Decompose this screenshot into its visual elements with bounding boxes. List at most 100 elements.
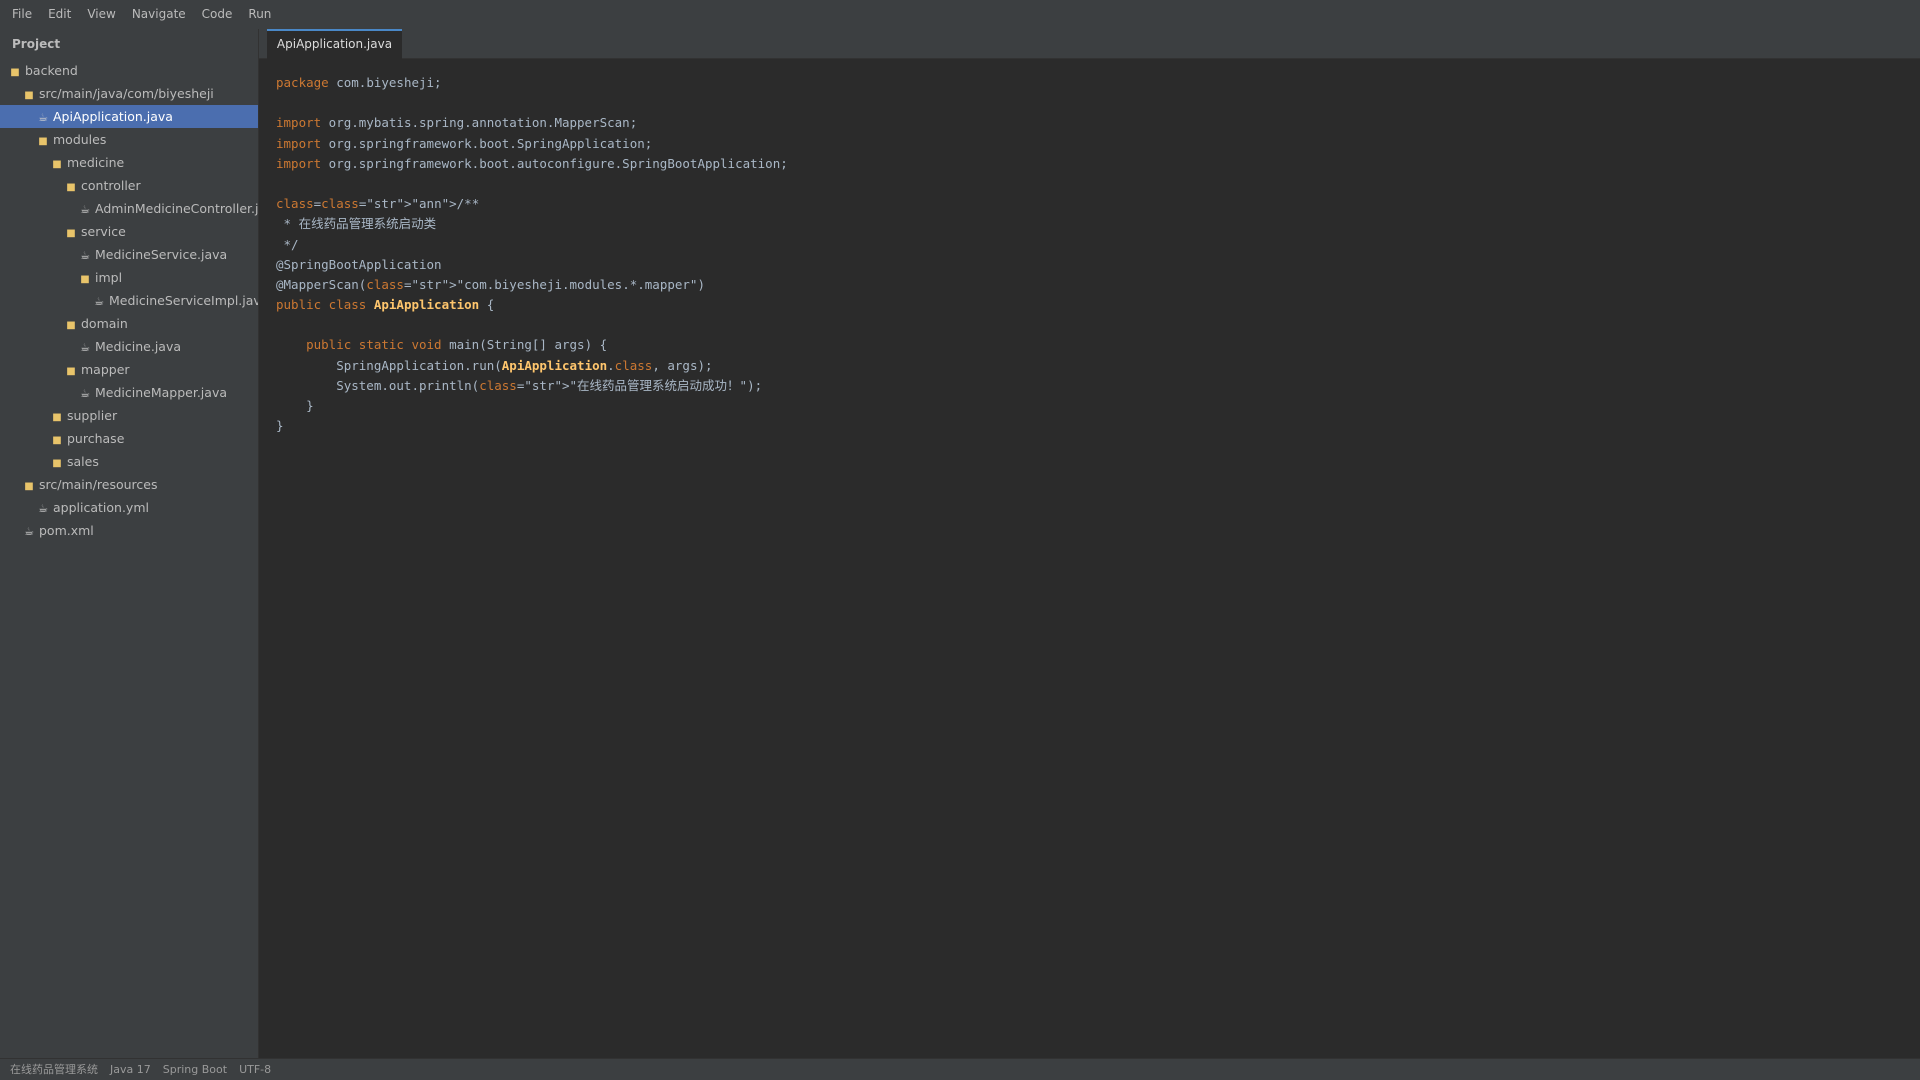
folder-icon: ■ [38,136,48,147]
code-line: System.out.println(class="str">"在线药品管理系统… [276,376,1920,396]
tree-item-label: MedicineService.java [95,247,228,262]
menu-code[interactable]: Code [194,0,241,29]
status-framework[interactable]: Spring Boot [157,1059,233,1080]
file-icon: ☕ [38,111,48,124]
tree-item-backend[interactable]: ■ backend [0,59,258,82]
code-line: public static void main(String[] args) { [276,335,1920,355]
folder-icon: ■ [10,67,20,78]
code-keyword: class [366,276,404,292]
code-line: import org.mybatis.spring.annotation.Map… [276,113,1920,133]
tree-item-application-yml[interactable]: ☕ application.yml [0,496,258,519]
status-project-name[interactable]: 在线药品管理系统 [4,1059,104,1080]
code-line: } [276,416,1920,436]
tree-item-label: supplier [67,408,118,423]
code-class-name: ApiApplication [373,297,480,313]
tree-item-label: sales [67,454,99,469]
code-line: @SpringBootApplication [276,255,1920,275]
code-token: , args); [652,357,713,373]
tree-item-adminmedicinecontroller-java[interactable]: ☕ AdminMedicineController.java [0,197,258,220]
file-icon: ☕ [80,387,90,400]
folder-icon: ■ [66,228,76,239]
tree-item-impl[interactable]: ■ impl [0,266,258,289]
status-encoding[interactable]: UTF-8 [233,1059,277,1080]
tree-item-sales[interactable]: ■ sales [0,450,258,473]
code-token: com.biyesheji; [328,75,442,90]
tree-item-medicine-java[interactable]: ☕ Medicine.java [0,335,258,358]
code-line: import org.springframework.boot.SpringAp… [276,134,1920,154]
code-line: */ [276,235,1920,255]
menu-file[interactable]: File [4,0,40,29]
file-icon: ☕ [80,249,90,262]
status-java-version[interactable]: Java 17 [104,1059,157,1080]
folder-icon: ■ [24,90,34,101]
code-token: @MapperScan( [276,276,367,292]
tree-item-label: service [81,224,126,239]
code-line: SpringApplication.run(ApiApplication.cla… [276,356,1920,376]
tree-item-apiapplication-java[interactable]: ☕ ApiApplication.java [0,105,258,128]
folder-icon: ■ [24,481,34,492]
tree-item-pom-xml[interactable]: ☕ pom.xml [0,519,258,542]
code-line: public class ApiApplication { [276,295,1920,315]
code-token: ="str">"在线药品管理系统启动成功！"); [516,377,763,393]
code-token: { [479,297,495,313]
menu-run[interactable]: Run [240,0,279,29]
code-line: } [276,396,1920,416]
tree-item-label: src/main/java/com/biyesheji [39,86,214,101]
code-token: . [607,357,615,373]
tree-item-purchase[interactable]: ■ purchase [0,427,258,450]
file-icon: ☕ [94,295,104,308]
sidebar-title: Project [12,37,61,51]
menu-navigate[interactable]: Navigate [124,0,194,29]
tree-item-label: pom.xml [39,523,94,538]
tree-item-supplier[interactable]: ■ supplier [0,404,258,427]
code-token: ="str">"com.biyesheji.modules.*.mapper") [403,276,705,292]
folder-icon: ■ [52,458,62,469]
tab-apiapplication-java[interactable]: ApiApplication.java [267,29,402,59]
tree-item-modules[interactable]: ■ modules [0,128,258,151]
code-class-name: ApiApplication [501,357,608,373]
tree-item-controller[interactable]: ■ controller [0,174,258,197]
tree-item-label: mapper [81,362,130,377]
tree-item-medicineserviceimpl-java[interactable]: ☕ MedicineServiceImpl.java [0,289,258,312]
tree-item-label: application.yml [53,500,149,515]
code-line: import org.springframework.boot.autoconf… [276,154,1920,174]
code-token: */ [276,236,299,252]
project-tree: ■ backend ■ src/main/java/com/biyesheji ☕ Api… [0,59,258,542]
tree-item-label: medicine [67,155,125,170]
code-keyword: import [276,155,322,171]
folder-icon: ■ [52,412,62,423]
tree-item-medicinemapper-java[interactable]: ☕ MedicineMapper.java [0,381,258,404]
code-keyword: class [479,377,517,393]
tree-item-service[interactable]: ■ service [0,220,258,243]
code-keyword: import [276,115,322,131]
code-token: org.mybatis.spring.annotation.MapperScan… [321,115,638,131]
folder-icon: ■ [66,366,76,377]
tree-item-medicine[interactable]: ■ medicine [0,151,258,174]
code-token: } [276,418,284,434]
folder-icon: ■ [80,274,90,285]
tree-item-label: MedicineMapper.java [95,385,228,400]
tree-item-medicineservice-java[interactable]: ☕ MedicineService.java [0,243,258,266]
tree-item-label: AdminMedicineController.java [95,201,258,216]
code-keyword: import [276,135,322,151]
code-token: * 在线药品管理系统启动类 [276,216,437,232]
menu-edit[interactable]: Edit [40,0,79,29]
ide-window: File Edit View Navigate Code Run Project… [0,0,1920,1080]
folder-icon: ■ [52,159,62,170]
tree-item-label: backend [25,63,78,78]
code-token: } [276,398,314,413]
menu-view[interactable]: View [79,0,123,29]
tree-item-label: domain [81,316,128,331]
tree-item-mapper[interactable]: ■ mapper [0,358,258,381]
tree-item-src-main-java-com-biyesheji[interactable]: ■ src/main/java/com/biyesheji [0,82,258,105]
code-line: class=class="str">"ann">/** [276,194,1920,214]
tree-item-label: src/main/resources [39,477,158,492]
code-editor[interactable]: package com.biyesheji; import org.mybati… [259,59,1920,1058]
menu-bar: File Edit View Navigate Code Run [0,0,1920,29]
tree-item-label: purchase [67,431,125,446]
tree-item-src-main-resources[interactable]: ■ src/main/resources [0,473,258,496]
tree-item-domain[interactable]: ■ domain [0,312,258,335]
